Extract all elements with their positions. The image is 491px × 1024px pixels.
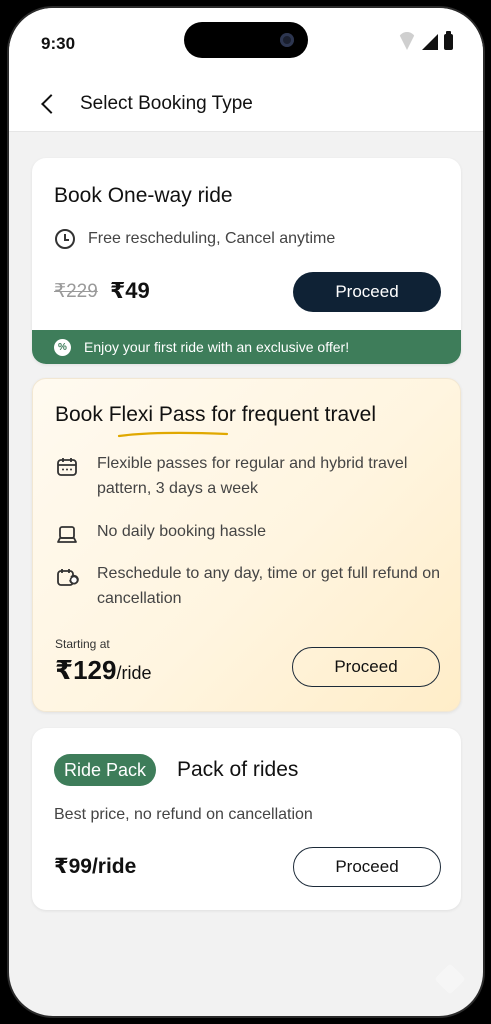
flexi-price-unit: /ride <box>116 663 152 683</box>
original-price: ₹229 <box>54 281 98 302</box>
status-bar: 9:30 <box>9 8 483 80</box>
offer-banner[interactable]: % Enjoy your first ride with an exclusiv… <box>32 330 461 364</box>
one-way-card: Book One-way ride Free rescheduling, Can… <box>32 158 461 364</box>
laptop-icon <box>57 526 77 543</box>
ride-pack-card: Ride Pack Pack of rides Best price, no r… <box>32 728 461 910</box>
battery-icon <box>444 31 453 50</box>
flexi-title: Book Flexi Pass for frequent travel <box>55 403 376 426</box>
ride-pack-subtitle: Best price, no refund on cancellation <box>54 806 313 823</box>
flexi-price: ₹129/ride <box>55 655 152 686</box>
calendar-icon <box>57 458 77 476</box>
flexi-feature-text: Flexible passes for regular and hybrid t… <box>97 455 408 497</box>
flexi-feature-text: No daily booking hassle <box>97 523 266 540</box>
offer-badge-icon: % <box>54 338 71 356</box>
dynamic-island <box>184 22 308 58</box>
status-time: 9:30 <box>41 34 76 53</box>
title-underline <box>117 431 229 438</box>
wifi-icon <box>398 36 416 50</box>
sparkle-icon <box>434 963 466 995</box>
ride-pack-tag: Ride Pack <box>54 754 157 786</box>
flexi-proceed-button[interactable]: Proceed <box>292 647 440 687</box>
camera-icon <box>280 33 294 47</box>
ride-pack-price: ₹99/ride <box>54 855 137 878</box>
page-title: Select Booking Type <box>80 93 253 114</box>
status-icons <box>398 31 453 50</box>
ride-pack-title: Pack of rides <box>177 758 299 781</box>
one-way-title: Book One-way ride <box>54 184 233 207</box>
calendar-refund-icon <box>57 569 79 586</box>
one-way-feature: Free rescheduling, Cancel anytime <box>88 230 336 247</box>
flexi-pass-card: Book Flexi Pass for frequent travel Flex… <box>32 378 461 712</box>
offer-text: Enjoy your first ride with an exclusive … <box>84 339 350 355</box>
back-arrow-icon[interactable] <box>37 92 63 118</box>
flexi-feature-row: Reschedule to any day, time or get full … <box>55 561 445 611</box>
ride-pack-proceed-button[interactable]: Proceed <box>293 847 441 887</box>
flexi-price-amount: ₹129 <box>55 655 117 685</box>
clock-icon <box>55 229 75 249</box>
flexi-feature-row: No daily booking hassle <box>55 519 445 547</box>
signal-icon <box>422 34 438 50</box>
discounted-price: ₹49 <box>110 278 150 303</box>
flexi-feature-row: Flexible passes for regular and hybrid t… <box>55 451 445 501</box>
phone-screen: 9:30 Select Booking Type Book One-way ri… <box>7 6 485 1018</box>
starting-at-label: Starting at <box>55 637 110 651</box>
flexi-feature-text: Reschedule to any day, time or get full … <box>97 565 441 607</box>
app-header: Select Booking Type <box>9 80 483 132</box>
one-way-proceed-button[interactable]: Proceed <box>293 272 441 312</box>
